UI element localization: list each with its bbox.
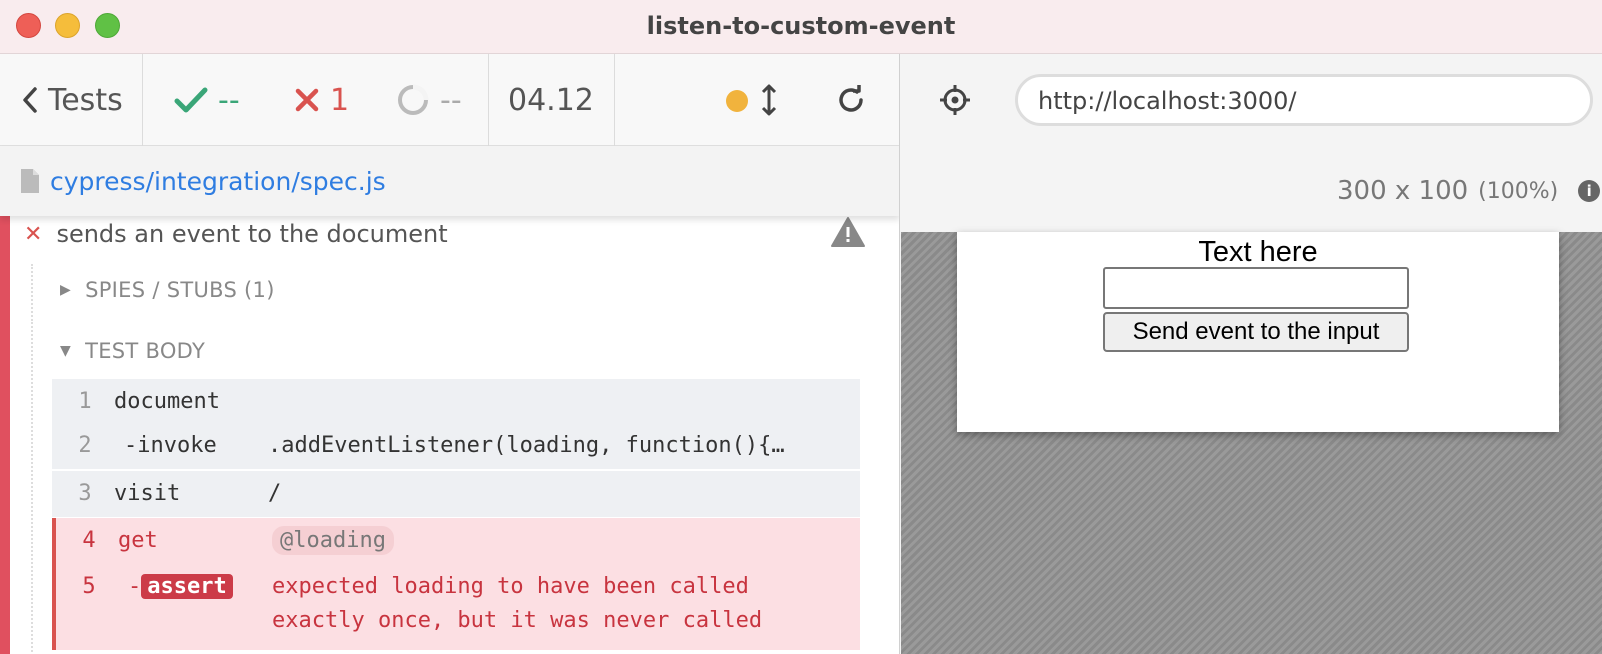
command-group: 1 document 2 -invoke .addEventListener(l… bbox=[52, 379, 860, 469]
divider bbox=[614, 54, 615, 146]
failed-count: 1 bbox=[294, 54, 349, 146]
failed-command-group: 4 get @loading 5 - assert expected loadin… bbox=[52, 518, 860, 650]
url-bar[interactable]: http://localhost:3000/ bbox=[1015, 74, 1593, 126]
viewport-scale: (100%) bbox=[1478, 178, 1559, 204]
assert-badge: assert bbox=[141, 573, 233, 599]
test-body-toggle[interactable]: ▼ TEST BODY bbox=[60, 339, 205, 363]
tree-line bbox=[31, 264, 33, 324]
caret-down-icon: ▼ bbox=[60, 343, 72, 359]
page-heading-text: Text here bbox=[1198, 236, 1318, 268]
passed-count: -- bbox=[174, 54, 240, 146]
info-icon[interactable]: i bbox=[1578, 180, 1601, 202]
check-icon bbox=[174, 87, 208, 113]
toggle-auto-scroll-button[interactable] bbox=[760, 54, 778, 146]
warning-icon[interactable] bbox=[830, 216, 866, 248]
viewport-info: 300 x 100 (100%) i bbox=[1337, 176, 1601, 206]
duration: 04.12 bbox=[508, 82, 594, 118]
divider bbox=[488, 54, 489, 146]
pending-count: -- bbox=[396, 54, 462, 146]
command-row[interactable]: 4 get @loading bbox=[56, 518, 864, 562]
spinner-icon bbox=[398, 84, 429, 115]
send-event-button[interactable]: Send event to the input bbox=[1103, 312, 1409, 352]
assert-message-line1: expected loading to have been called bbox=[272, 573, 749, 599]
spec-file-bar: cypress/integration/spec.js bbox=[0, 146, 899, 216]
tests-label: Tests bbox=[48, 82, 123, 118]
test-title-row[interactable]: ✕ sends an event to the document bbox=[24, 220, 448, 248]
reporter-panel: Tests -- 1 -- 04.12 cypress/integration/… bbox=[0, 54, 900, 654]
rerun-tests-button[interactable] bbox=[835, 54, 867, 146]
caret-right-icon: ▶ bbox=[60, 282, 72, 298]
tree-line bbox=[31, 326, 33, 654]
assert-message-line2: exactly once, but it was never called bbox=[272, 607, 763, 633]
aut-stage: Text here Send event to the input bbox=[901, 232, 1602, 654]
alias-badge: @loading bbox=[272, 525, 394, 555]
command-row[interactable]: 3 visit / bbox=[52, 471, 860, 515]
app-under-test: Text here Send event to the input bbox=[957, 232, 1559, 432]
window-title: listen-to-custom-event bbox=[646, 12, 956, 40]
divider bbox=[142, 54, 143, 146]
spies-stubs-toggle[interactable]: ▶ SPIES / STUBS (1) bbox=[60, 278, 275, 302]
fail-x-icon: ✕ bbox=[24, 221, 43, 247]
reload-icon bbox=[839, 85, 863, 112]
app-preview-panel: http://localhost:3000/ 300 x 100 (100%) … bbox=[901, 54, 1602, 654]
stats-bar: Tests -- 1 -- 04.12 bbox=[0, 54, 899, 146]
failed-test-indicator bbox=[0, 216, 10, 654]
test-title: sends an event to the document bbox=[56, 220, 448, 248]
selector-playground-icon[interactable] bbox=[939, 84, 971, 116]
x-icon bbox=[295, 88, 319, 112]
vertical-arrows-icon bbox=[761, 84, 777, 116]
window-titlebar: listen-to-custom-event bbox=[0, 0, 1602, 54]
tests-back-button[interactable]: Tests bbox=[22, 54, 123, 146]
running-status-dot bbox=[726, 90, 748, 112]
command-group: 3 visit / bbox=[52, 471, 860, 517]
command-row[interactable]: 1 document bbox=[52, 379, 860, 423]
viewport-size: 300 x 100 bbox=[1337, 176, 1469, 206]
assert-message-continuation: exactly once, but it was never called bbox=[56, 598, 864, 642]
spec-file-link[interactable]: cypress/integration/spec.js bbox=[50, 167, 386, 196]
file-icon bbox=[21, 169, 39, 193]
text-input[interactable] bbox=[1103, 267, 1409, 309]
command-row[interactable]: 2 -invoke .addEventListener(loading, fun… bbox=[52, 423, 860, 467]
test-item: ✕ sends an event to the document ▶ SPIES… bbox=[0, 216, 899, 654]
chevron-left-icon bbox=[23, 87, 37, 113]
